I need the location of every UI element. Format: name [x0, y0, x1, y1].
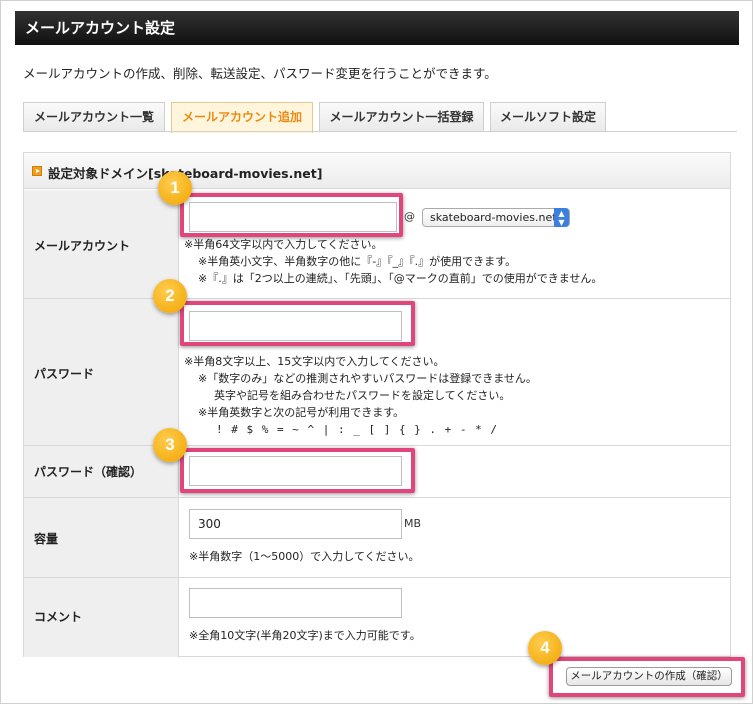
label-password-confirm: パスワード（確認）: [34, 465, 143, 479]
step-badge-2: 2: [153, 279, 187, 313]
step-badge-4: 4: [528, 631, 562, 665]
row-comment: コメント ※全角10文字(半角20文字)まで入力可能です。: [24, 578, 730, 657]
row-capacity: 容量 300 MB ※半角数字（1〜5000）で入力してください。: [24, 498, 730, 578]
capacity-input[interactable]: 300: [189, 509, 402, 539]
highlight-password: [180, 301, 415, 346]
comment-input[interactable]: [189, 588, 402, 618]
password-note-1: ※半角8文字以上、15文字以内で入力してください。: [184, 355, 445, 368]
page-description: メールアカウントの作成、削除、転送設定、パスワード変更を行うことができます。: [23, 66, 497, 81]
tab-account-list[interactable]: メールアカウント一覧: [23, 102, 165, 132]
tab-account-bulk[interactable]: メールアカウント一括登録: [319, 102, 484, 132]
label-mail-account: メールアカウント: [34, 239, 131, 253]
password-note-2: ※「数字のみ」などの推測されやすいパスワードは登録できません。: [198, 372, 537, 385]
account-note-1: ※半角64文字以内で入力してください。: [184, 238, 383, 251]
step-badge-3: 3: [153, 428, 187, 462]
domain-select[interactable]: skateboard-movies.net ▲ ▼: [422, 208, 570, 227]
arrow-right-icon: [32, 166, 42, 176]
panel-header: 設定対象ドメイン[skateboard-movies.net]: [24, 153, 730, 189]
label-capacity: 容量: [34, 532, 59, 546]
label-comment: コメント: [34, 610, 83, 624]
step-badge-1: 1: [158, 171, 192, 205]
create-account-button[interactable]: メールアカウントの作成（確認）: [566, 667, 732, 686]
account-note-2: ※半角英小文字、半角数字の他に『-』『_』『.』が使用できます。: [198, 255, 517, 268]
tab-divider: [23, 131, 737, 132]
password-note-3: 英字や記号を組み合わせたパスワードを設定してください。: [214, 389, 511, 402]
label-password: パスワード: [34, 367, 95, 381]
password-note-4: ※半角英数字と次の記号が利用できます。: [198, 406, 405, 419]
comment-note: ※全角10文字(半角20文字)まで入力可能です。: [189, 629, 421, 642]
page-title: メールアカウント設定: [15, 11, 739, 45]
tab-mail-software[interactable]: メールソフト設定: [490, 102, 606, 132]
capacity-unit: MB: [404, 517, 422, 530]
tab-account-add[interactable]: メールアカウント追加: [171, 102, 313, 133]
page-frame: メールアカウント設定 メールアカウントの作成、削除、転送設定、パスワード変更を行…: [0, 0, 753, 704]
select-arrows-icon: ▲ ▼: [554, 208, 569, 227]
password-symbols: ! # $ % = ~ ^ | : _ [ ] { } . + - * /: [216, 423, 499, 436]
account-note-3: ※『.』は「2つ以上の連続」、「先頭」、「@マークの直前」での使用ができません。: [198, 272, 603, 285]
domain-select-value: skateboard-movies.net: [430, 211, 557, 224]
capacity-note: ※半角数字（1〜5000）で入力してください。: [189, 550, 420, 563]
highlight-password-confirm: [180, 448, 415, 493]
highlight-mail-account: [180, 193, 403, 237]
at-sign: @: [404, 210, 415, 223]
